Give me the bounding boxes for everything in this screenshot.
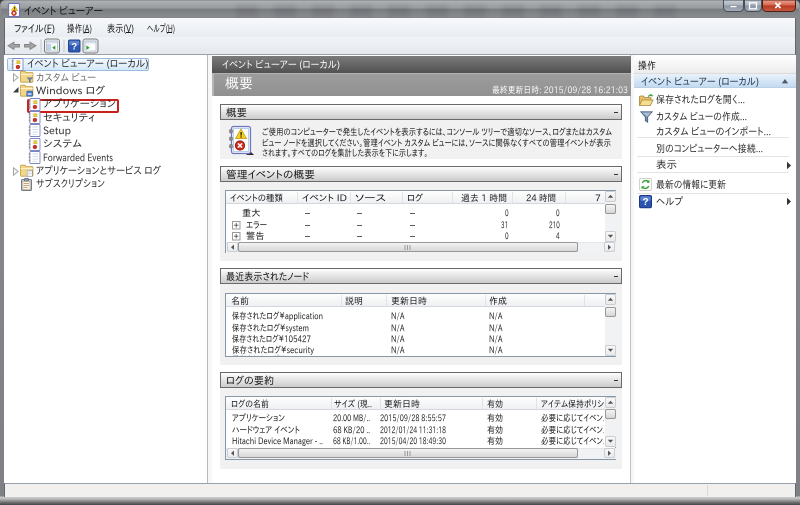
- svg-text:?: ?: [643, 197, 649, 208]
- svg-text:?: ?: [71, 42, 77, 53]
